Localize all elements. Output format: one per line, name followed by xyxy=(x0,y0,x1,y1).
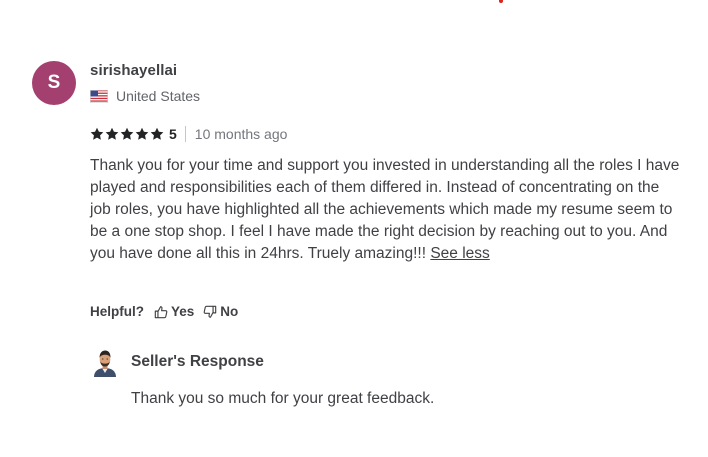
seller-response-title: Seller's Response xyxy=(131,353,264,370)
seller-response-text: Thank you so much for your great feedbac… xyxy=(131,390,435,407)
star-icon xyxy=(120,127,134,140)
us-flag-icon xyxy=(90,89,108,103)
no-label: No xyxy=(220,304,239,319)
star-icon xyxy=(90,127,104,140)
star-icon xyxy=(105,127,119,140)
helpful-row: Helpful? Yes No xyxy=(90,304,238,319)
avatar-initial: S xyxy=(47,72,61,93)
reviewer-country: United States xyxy=(90,88,200,104)
star-icon xyxy=(135,127,149,140)
rating-value: 5 xyxy=(169,126,177,142)
helpful-label: Helpful? xyxy=(90,304,144,319)
review-card: S sirishayellai United States 5 10 month… xyxy=(0,0,708,457)
helpful-no-button[interactable]: No xyxy=(203,304,238,319)
see-less-link[interactable]: See less xyxy=(430,245,489,262)
yes-label: Yes xyxy=(171,304,195,319)
top-accent-mark xyxy=(499,0,503,3)
star-icon xyxy=(150,127,164,140)
reviewer-username[interactable]: sirishayellai xyxy=(90,62,177,79)
country-label: United States xyxy=(116,88,201,104)
review-body: Thank you for your time and support you … xyxy=(90,155,680,265)
review-text: Thank you for your time and support you … xyxy=(90,157,680,262)
helpful-yes-button[interactable]: Yes xyxy=(154,304,194,319)
rating-divider xyxy=(184,126,186,142)
reviewer-avatar[interactable]: S xyxy=(32,61,76,105)
review-time: 10 months ago xyxy=(194,126,288,142)
rating-row: 5 10 months ago xyxy=(90,126,287,142)
star-rating xyxy=(90,127,164,141)
seller-avatar xyxy=(94,350,116,377)
thumbs-down-icon xyxy=(203,305,217,318)
thumbs-up-icon xyxy=(154,305,168,318)
